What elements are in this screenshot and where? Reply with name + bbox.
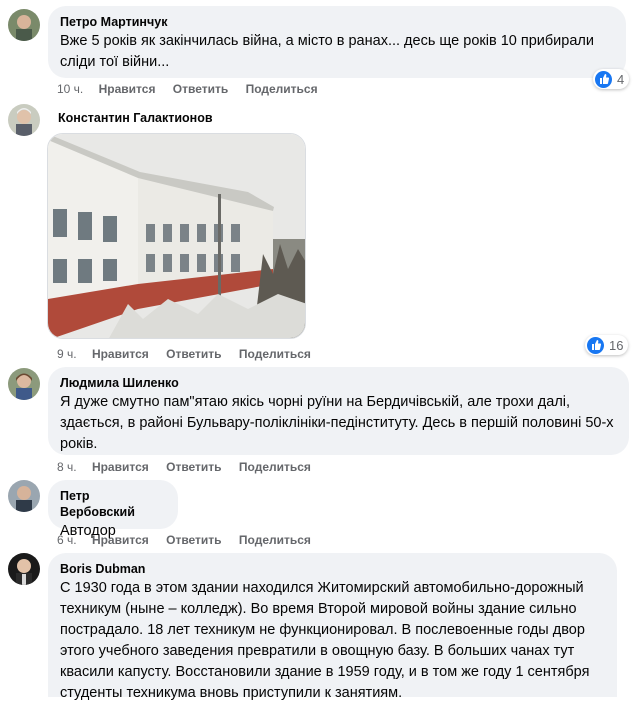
comment-timestamp[interactable]: 10 ч. — [57, 81, 83, 97]
comment-bubble: Петро Мартинчук Вже 5 років як закінчила… — [48, 6, 626, 78]
comment-text: С 1930 года в этом здании находился Жито… — [60, 580, 590, 701]
comment-bubble: Boris Dubman С 1930 года в этом здании н… — [48, 553, 617, 701]
comment-author[interactable]: Константин Галактионов — [58, 110, 213, 126]
avatar[interactable] — [8, 480, 40, 512]
reply-button[interactable]: Ответить — [173, 81, 228, 97]
comment-timestamp[interactable]: 6 ч. — [57, 532, 77, 548]
comment-author[interactable]: Людмила Шиленко — [60, 375, 617, 391]
comment-actions: 6 ч. Нравится Ответить Поделиться — [57, 532, 325, 548]
reaction-number: 16 — [609, 337, 624, 353]
comment-text: Вже 5 років як закінчилась війна, а міст… — [60, 33, 594, 70]
reply-button[interactable]: Ответить — [166, 346, 221, 362]
share-button[interactable]: Поделиться — [239, 346, 311, 362]
avatar[interactable] — [8, 104, 40, 136]
comment-author[interactable]: Петро Мартинчук — [60, 14, 614, 30]
reaction-number: 4 — [617, 71, 625, 87]
comment-timestamp[interactable]: 8 ч. — [57, 459, 77, 475]
avatar[interactable] — [8, 9, 40, 41]
reaction-count[interactable]: 16 — [585, 335, 629, 355]
share-button[interactable]: Поделиться — [246, 81, 318, 97]
comment-timestamp[interactable]: 9 ч. — [57, 346, 77, 362]
share-button[interactable]: Поделиться — [239, 532, 311, 548]
like-icon — [595, 70, 612, 88]
avatar[interactable] — [8, 553, 40, 585]
reply-button[interactable]: Ответить — [166, 532, 221, 548]
comment-bubble: Петр Вербовский Автодор — [48, 480, 178, 539]
like-button[interactable]: Нравится — [92, 532, 149, 548]
comment-author[interactable]: Boris Dubman — [60, 561, 605, 577]
avatar[interactable] — [8, 368, 40, 400]
reply-button[interactable]: Ответить — [166, 459, 221, 475]
like-icon — [587, 336, 604, 354]
like-button[interactable]: Нравится — [99, 81, 156, 97]
like-button[interactable]: Нравится — [92, 459, 149, 475]
like-button[interactable]: Нравится — [92, 346, 149, 362]
share-button[interactable]: Поделиться — [239, 459, 311, 475]
comment-actions: 8 ч. Нравится Ответить Поделиться — [57, 459, 325, 475]
comment-photo[interactable] — [47, 133, 306, 339]
comment-text: Я дуже смутно пам"ятаю якісь чорні руїни… — [60, 394, 614, 452]
reaction-count[interactable]: 4 — [593, 69, 630, 89]
comment-bubble: Людмила Шиленко Я дуже смутно пам"ятаю я… — [48, 367, 629, 455]
comment-actions: 10 ч. Нравится Ответить Поделиться — [57, 81, 332, 97]
comment-actions: 9 ч. Нравится Ответить Поделиться — [57, 346, 325, 362]
comment-author[interactable]: Петр Вербовский — [60, 488, 166, 520]
